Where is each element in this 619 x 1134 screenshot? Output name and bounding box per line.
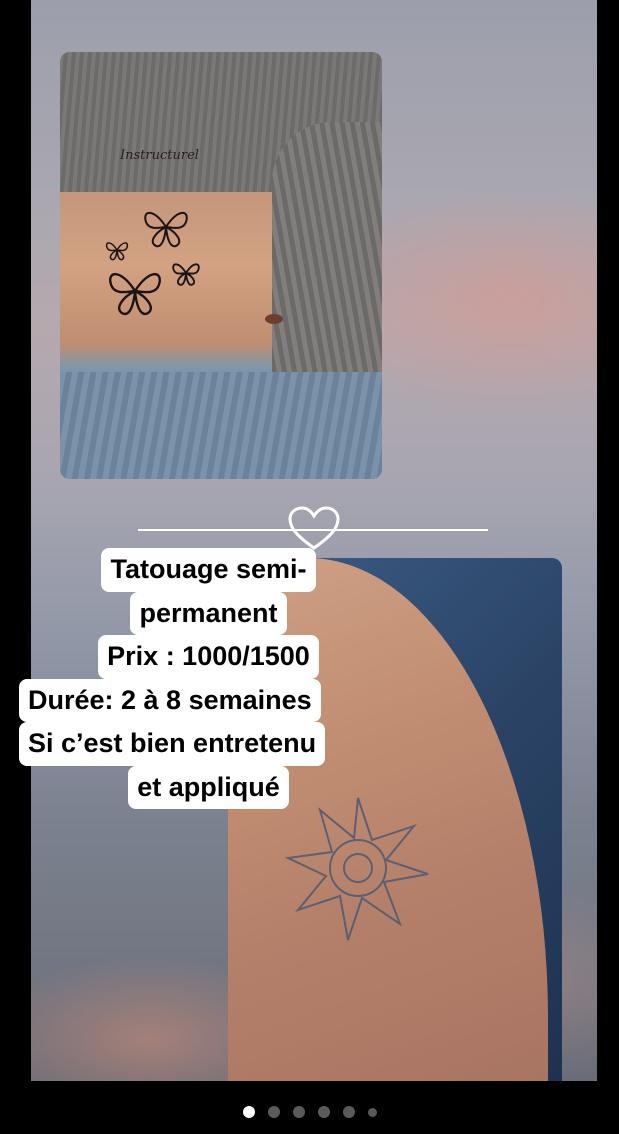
butterfly-icon [144,211,188,248]
caption-line: Durée: 2 à 8 semaines [19,678,321,722]
shirt-knot [272,122,382,402]
heart-icon [288,506,340,550]
butterfly-icon [172,263,200,286]
page-dot[interactable] [292,1106,305,1118]
butterfly-tattoo-photo: Instructurel [60,52,382,479]
page-dot[interactable] [242,1106,255,1118]
caption-box: Tatouage semi- permanent Prix : 1000/150… [19,548,386,809]
caption-line: Prix : 1000/1500 [98,635,319,679]
page-dot[interactable] [267,1106,280,1118]
navel [265,314,283,324]
page-indicator [0,1090,619,1134]
caption-line: permanent [130,591,287,635]
script-tattoo: Instructurel [120,148,199,163]
page-dot[interactable] [342,1106,355,1118]
page-dot[interactable] [367,1107,377,1117]
butterfly-icon [105,242,129,261]
caption-line: Tatouage semi- [101,548,316,592]
caption-line: Si c’est bien entretenu [19,722,326,766]
caption-line: et appliqué [128,765,289,809]
butterfly-icon [109,272,161,316]
jeans [60,372,382,479]
page-dot[interactable] [317,1106,330,1118]
